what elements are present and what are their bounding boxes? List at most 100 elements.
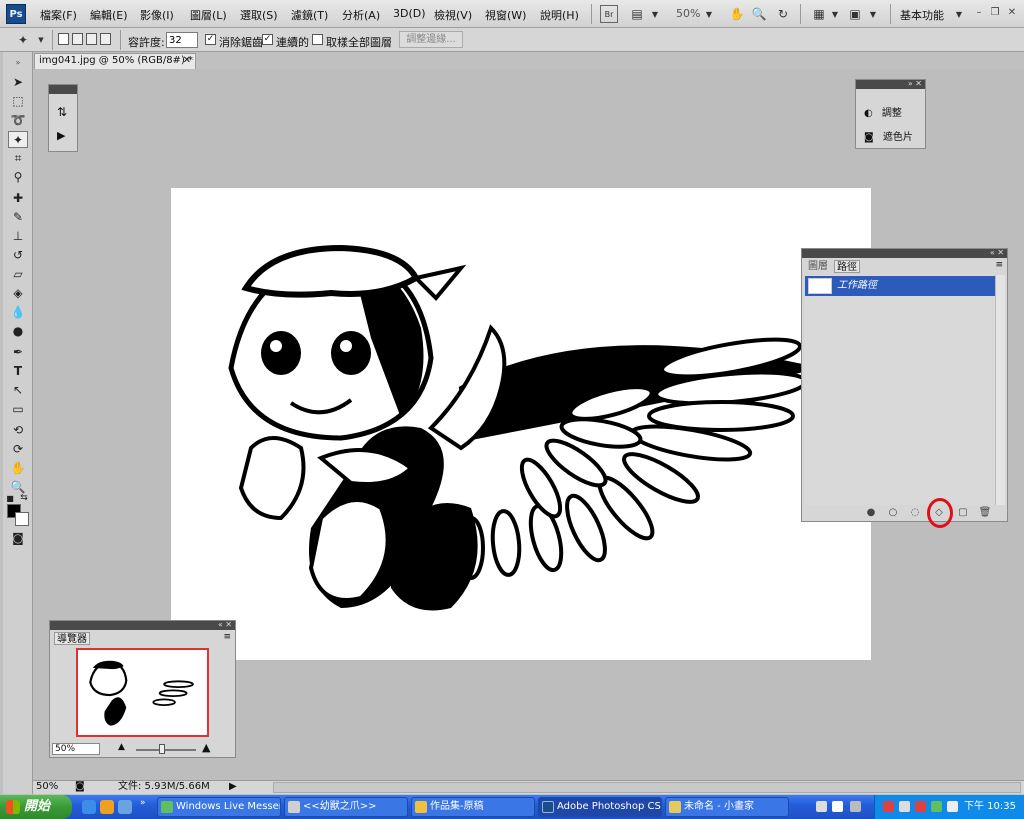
rectangle-tool-icon[interactable]: ▭ — [8, 401, 28, 418]
hand-tool-icon[interactable]: ✋ — [728, 5, 746, 23]
path-item-work-path[interactable]: 工作路徑 — [805, 276, 996, 296]
brush-tool-icon[interactable]: ✎ — [8, 209, 28, 226]
status-info-icon[interactable]: ◙ — [75, 781, 85, 793]
document-tab[interactable]: img041.jpg @ 50% (RGB/8#) * ✕ — [34, 53, 196, 69]
antivirus-icon[interactable] — [883, 801, 894, 812]
chevron-down-icon[interactable]: ▼ — [32, 31, 50, 49]
chevron-down-icon[interactable]: ▼ — [700, 5, 718, 23]
show-desktop-icon[interactable] — [118, 800, 132, 814]
restore-button[interactable]: ❐ — [988, 6, 1002, 20]
tolerance-input[interactable] — [166, 32, 198, 48]
quick-mask-icon[interactable]: ◙ — [8, 530, 28, 547]
panel-header[interactable]: » ✕ — [856, 79, 925, 89]
subtract-from-selection-icon[interactable] — [86, 33, 97, 45]
navigator-zoom-input[interactable]: 50% — [52, 743, 100, 755]
paint-bucket-tool-icon[interactable]: ◈ — [8, 285, 28, 302]
collapse-toolbox-icon[interactable]: » — [8, 54, 28, 71]
eyedropper-tool-icon[interactable]: ⚲ — [8, 169, 28, 186]
clone-stamp-tool-icon[interactable]: ⊥ — [8, 228, 28, 245]
history-brush-tool-icon[interactable]: ↺ — [8, 247, 28, 264]
panel-menu-icon[interactable]: ≡ — [995, 260, 1003, 270]
add-to-selection-icon[interactable] — [72, 33, 83, 45]
navigator-preview[interactable] — [76, 648, 209, 737]
arrange-documents-icon[interactable]: ▤ — [628, 5, 646, 23]
history-panel-icon[interactable]: ⇅ — [57, 105, 67, 119]
blur-tool-icon[interactable]: 💧 — [8, 304, 28, 321]
adjustments-item[interactable]: ◐ 調整 — [864, 104, 902, 119]
panel-menu-icon[interactable]: ≡ — [223, 632, 231, 642]
background-color-swatch[interactable] — [15, 512, 29, 526]
menu-help[interactable]: 說明(H) — [540, 7, 579, 23]
messenger-status-icon[interactable] — [931, 801, 942, 812]
zoom-out-icon[interactable]: ▲ — [118, 742, 125, 752]
bridge-icon[interactable]: Br — [600, 5, 618, 23]
lasso-tool-icon[interactable]: ➰ — [8, 112, 28, 129]
image-canvas[interactable] — [171, 188, 871, 660]
actions-panel-icon[interactable]: ▶ — [57, 129, 65, 142]
panel-collapse-icon[interactable]: » ✕ — [908, 79, 922, 88]
chevron-down-icon[interactable]: ▼ — [826, 5, 844, 23]
workspace-switcher[interactable]: 基本功能 — [900, 7, 944, 23]
zoom-slider[interactable] — [136, 749, 196, 751]
volume-icon[interactable] — [947, 801, 958, 812]
rotate-view-icon[interactable]: ↻ — [774, 5, 792, 23]
type-tool-icon[interactable]: T — [8, 363, 28, 380]
menu-image[interactable]: 影像(I) — [140, 7, 174, 23]
task-button-active[interactable]: Adobe Photoshop CS4... — [538, 797, 662, 817]
menu-layer[interactable]: 圖層(L) — [190, 7, 227, 23]
menu-window[interactable]: 視窗(W) — [485, 7, 526, 23]
tab-layers[interactable]: 圖層 — [806, 260, 830, 273]
menu-analysis[interactable]: 分析(A) — [342, 7, 380, 23]
horizontal-scrollbar[interactable] — [273, 782, 1021, 793]
healing-brush-tool-icon[interactable]: ✚ — [8, 190, 28, 207]
status-zoom[interactable]: 50% — [36, 781, 58, 793]
screen-mode-icon[interactable]: ▣ — [846, 5, 864, 23]
panel-header[interactable]: « ✕ — [50, 620, 235, 630]
help-icon[interactable] — [832, 801, 843, 812]
masks-item[interactable]: ◙ 遮色片 — [864, 128, 913, 143]
minimize-button[interactable]: – — [972, 6, 986, 20]
eraser-tool-icon[interactable]: ▱ — [8, 266, 28, 283]
chevron-down-icon[interactable]: ▼ — [646, 5, 664, 23]
clock[interactable]: 下午 10:35 — [964, 795, 1016, 819]
quicklaunch-more-icon[interactable]: » — [140, 798, 146, 808]
ie-icon[interactable] — [82, 800, 96, 814]
panel-collapse-icon[interactable]: « ✕ — [990, 248, 1004, 257]
intersect-selection-icon[interactable] — [100, 33, 111, 45]
tab-navigator[interactable]: 導覽器 — [54, 632, 90, 645]
menu-edit[interactable]: 編輯(E) — [90, 7, 128, 23]
sample-all-layers-checkbox[interactable] — [312, 34, 323, 45]
menu-filter[interactable]: 濾鏡(T) — [291, 7, 328, 23]
panel-header[interactable] — [49, 85, 77, 94]
new-selection-icon[interactable] — [58, 33, 69, 45]
chevron-down-icon[interactable]: ▼ — [950, 5, 968, 23]
crop-tool-icon[interactable]: ⌗ — [8, 150, 28, 167]
task-button[interactable]: Windows Live Messen... — [157, 797, 281, 817]
network-icon[interactable] — [899, 801, 910, 812]
task-button[interactable]: 未命名 - 小畫家 — [665, 797, 789, 817]
messenger-icon[interactable] — [100, 800, 114, 814]
keyboard-icon[interactable] — [816, 801, 827, 812]
new-path-icon[interactable]: ▢ — [956, 507, 970, 519]
antialias-checkbox[interactable]: ✓ — [205, 34, 216, 45]
panel-header[interactable]: « ✕ — [802, 248, 1007, 258]
magic-wand-icon[interactable]: ✦ — [14, 31, 32, 49]
marquee-tool-icon[interactable]: ⬚ — [8, 93, 28, 110]
load-path-as-selection-icon[interactable]: ◌ — [908, 507, 922, 519]
start-button[interactable]: 開始 — [0, 795, 72, 819]
menu-file[interactable]: 檔案(F) — [40, 7, 77, 23]
task-button[interactable]: 作品集-原稿 — [411, 797, 535, 817]
pen-tool-icon[interactable]: ✒ — [8, 344, 28, 361]
dodge-tool-icon[interactable]: ● — [8, 323, 28, 340]
language-bar-icon[interactable] — [850, 801, 861, 812]
tab-paths[interactable]: 路徑 — [834, 260, 860, 273]
close-tab-icon[interactable]: ✕ — [183, 54, 191, 68]
status-menu-arrow-icon[interactable]: ▶ — [229, 781, 237, 793]
magic-wand-tool-icon[interactable]: ✦ — [8, 131, 28, 148]
task-button[interactable]: <<幼獸之爪>> — [284, 797, 408, 817]
zoom-tool-icon[interactable]: 🔍 — [750, 5, 768, 23]
path-selection-tool-icon[interactable]: ↖ — [8, 382, 28, 399]
scrollbar[interactable] — [995, 275, 1005, 505]
menu-3d[interactable]: 3D(D) — [393, 7, 426, 20]
fill-path-icon[interactable]: ● — [864, 507, 878, 519]
